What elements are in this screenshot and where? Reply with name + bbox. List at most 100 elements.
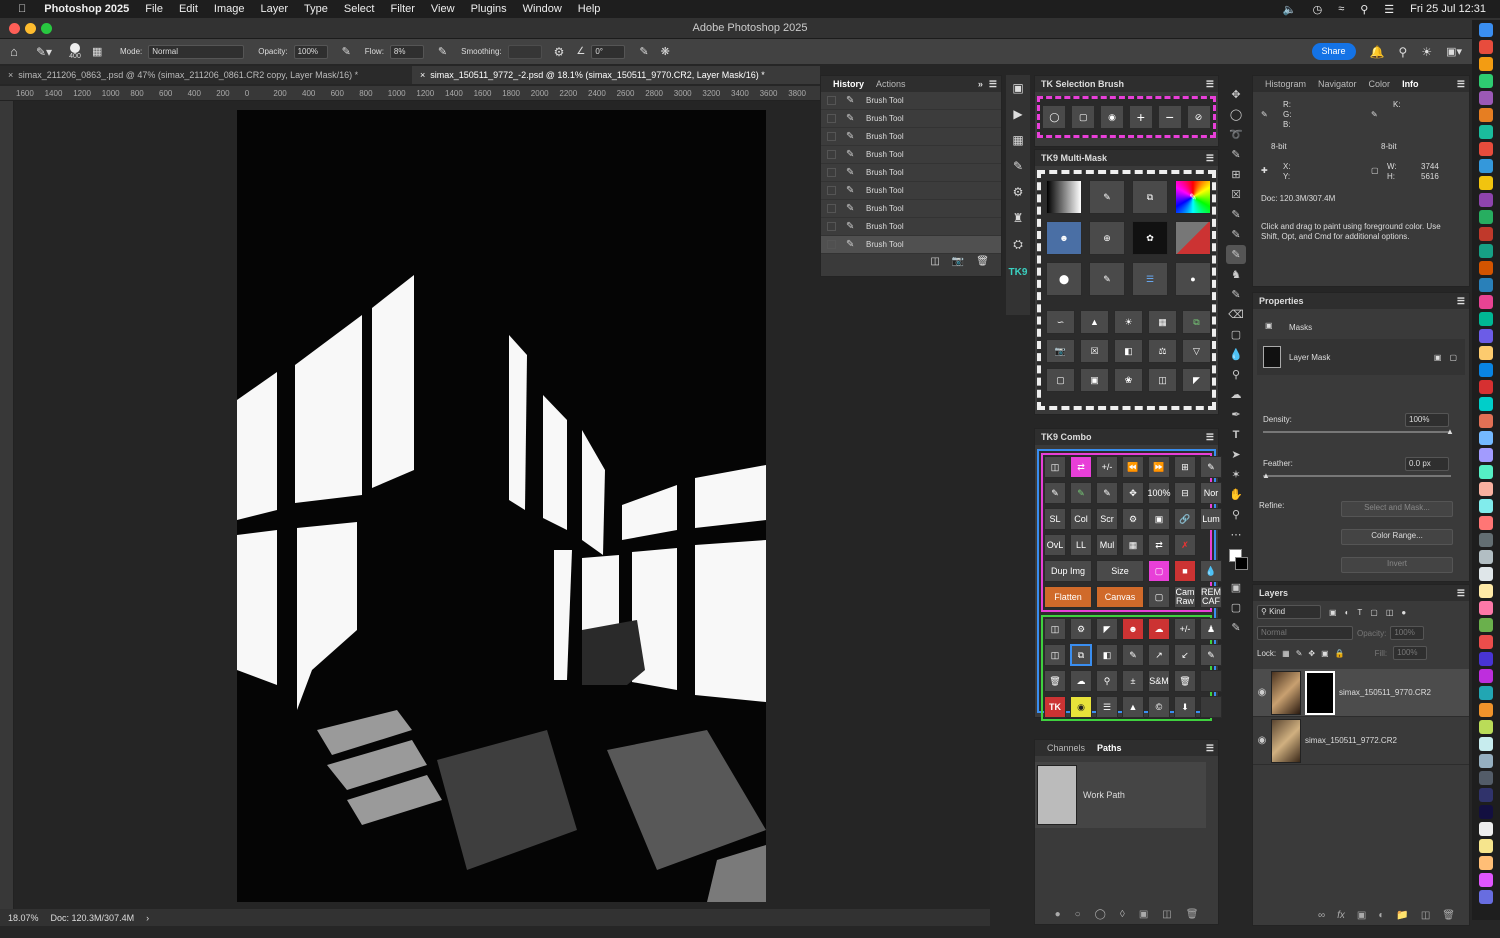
- dock-app-icon[interactable]: [1479, 669, 1493, 683]
- delete-layer-icon[interactable]: 🗑: [1442, 910, 1455, 921]
- warp-icon[interactable]: ◤: [1182, 368, 1211, 392]
- dock-app-icon[interactable]: [1479, 601, 1493, 615]
- dock-app-icon[interactable]: [1479, 720, 1493, 734]
- dock-app-icon[interactable]: [1479, 856, 1493, 870]
- combo-brush-black-icon[interactable]: ✎: [1200, 456, 1222, 478]
- combo-contract-icon[interactable]: ↙: [1174, 644, 1196, 666]
- combo-new-layer-icon[interactable]: ◫: [1044, 618, 1066, 640]
- dock-app-icon[interactable]: [1479, 414, 1493, 428]
- history-state[interactable]: ✎ Brush Tool: [821, 218, 1001, 236]
- add-layer-mask-icon[interactable]: ▣: [1357, 910, 1366, 921]
- filter-smart-icon[interactable]: ◫: [1386, 608, 1394, 617]
- swatches-icon[interactable]: ▦: [1006, 127, 1030, 153]
- panel-menu-icon[interactable]: ☰: [989, 79, 997, 90]
- dodge-tool-icon[interactable]: ⚲: [1226, 365, 1246, 384]
- dock-app-icon[interactable]: [1479, 584, 1493, 598]
- document-image[interactable]: [237, 110, 766, 902]
- new-layer-icon[interactable]: ◫: [1421, 910, 1430, 921]
- combo-zoom-fit-icon[interactable]: ⊞: [1174, 456, 1196, 478]
- layers-combo-icon[interactable]: ⧉: [1182, 310, 1211, 334]
- color-swatches-icon[interactable]: [1226, 545, 1248, 577]
- status-chevron-icon[interactable]: ›: [146, 913, 149, 923]
- target-mask-icon[interactable]: ⊕: [1089, 221, 1125, 255]
- combo-sm-button[interactable]: S&M: [1148, 670, 1170, 692]
- half-fill-icon[interactable]: ◧: [1114, 339, 1143, 363]
- share-button[interactable]: Share: [1311, 43, 1356, 60]
- combo-rewind-icon[interactable]: ⏪: [1122, 456, 1144, 478]
- combo-download-icon[interactable]: ⬇: [1174, 696, 1196, 718]
- stamp-tool-icon[interactable]: ♞: [1226, 265, 1246, 284]
- panel-collapse-icon[interactable]: »: [978, 79, 983, 89]
- combo-swap2-icon[interactable]: ⇄: [1148, 534, 1170, 556]
- pen-tool-icon[interactable]: ✒: [1226, 405, 1246, 424]
- dock-app-icon[interactable]: [1479, 567, 1493, 581]
- combo-link-icon[interactable]: 🔗: [1174, 508, 1196, 530]
- dock-app-icon[interactable]: [1479, 312, 1493, 326]
- dock-app-icon[interactable]: [1479, 635, 1493, 649]
- dock-app-icon[interactable]: [1479, 108, 1493, 122]
- discover-icon[interactable]: ☀: [1421, 45, 1432, 59]
- pressure-opacity-icon[interactable]: ✎: [342, 45, 351, 58]
- blur-tool-icon[interactable]: 💧: [1226, 345, 1246, 364]
- combo-layers-icon[interactable]: ☰: [1096, 696, 1118, 718]
- combo-minus-icon[interactable]: ⊟: [1174, 482, 1196, 504]
- app-menu[interactable]: Photoshop 2025: [36, 3, 137, 15]
- shape-tool-icon[interactable]: ✶: [1226, 465, 1246, 484]
- airbrush-icon[interactable]: ✎: [438, 45, 447, 58]
- snapshot-source-checkbox[interactable]: [827, 186, 836, 195]
- vector-mask-icon[interactable]: ▢: [1449, 353, 1457, 362]
- gradient-mask-icon[interactable]: [1046, 180, 1082, 214]
- lock-position-icon[interactable]: ✥: [1308, 649, 1315, 658]
- dock-app-icon[interactable]: [1479, 159, 1493, 173]
- combo-trash-icon[interactable]: 🗑: [1044, 670, 1066, 692]
- history-state[interactable]: ✎ Brush Tool: [821, 200, 1001, 218]
- visibility-eye-icon[interactable]: ◉: [1253, 687, 1271, 698]
- combo-swap-icon[interactable]: ⇄: [1070, 456, 1092, 478]
- combo-plusminus-label[interactable]: +/-: [1096, 456, 1118, 478]
- hand-tool-icon[interactable]: ✋: [1226, 485, 1246, 504]
- wifi-icon[interactable]: ≈: [1330, 3, 1352, 15]
- snapshot-source-checkbox[interactable]: [827, 96, 836, 105]
- dock-app-icon[interactable]: [1479, 703, 1493, 717]
- density-slider-thumb[interactable]: ▲: [1446, 427, 1454, 436]
- dock-app-icon[interactable]: [1479, 363, 1493, 377]
- dock-app-icon[interactable]: [1479, 329, 1493, 343]
- dock-app-icon[interactable]: [1479, 380, 1493, 394]
- menu-layer[interactable]: Layer: [253, 3, 297, 15]
- plugin-icon[interactable]: ⛭: [1006, 231, 1030, 257]
- combo-100-label[interactable]: 100%: [1147, 482, 1171, 504]
- panel-menu-icon[interactable]: ☰: [1206, 743, 1214, 754]
- panel-menu-icon[interactable]: ☰: [1206, 153, 1214, 164]
- dock-app-icon[interactable]: [1479, 839, 1493, 853]
- fill-field[interactable]: 100%: [1393, 646, 1428, 660]
- add-selection-icon[interactable]: +: [1128, 105, 1153, 129]
- dock-app-icon[interactable]: [1479, 822, 1493, 836]
- overlay-mask-icon[interactable]: ⧉: [1132, 180, 1168, 214]
- home-icon[interactable]: ⌂: [10, 44, 30, 59]
- snapshot-source-checkbox[interactable]: [827, 222, 836, 231]
- control-center-icon[interactable]: ☰: [1376, 3, 1402, 16]
- cancel-selection-icon[interactable]: ⊘: [1186, 105, 1211, 129]
- clone-source-icon[interactable]: ♜: [1006, 205, 1030, 231]
- combo-cloud-icon[interactable]: ☁: [1070, 670, 1092, 692]
- lock-pixels-icon[interactable]: ✎: [1296, 649, 1303, 658]
- color-range-button[interactable]: Color Range...: [1341, 529, 1453, 545]
- lasso-tool-icon[interactable]: ➰: [1226, 125, 1246, 144]
- channels-mask-icon[interactable]: ●: [1175, 262, 1211, 296]
- panel-menu-icon[interactable]: ☰: [1457, 296, 1465, 307]
- tab-channels[interactable]: Channels: [1041, 743, 1091, 753]
- layer-row[interactable]: ◉ simax_150511_9770.CR2: [1253, 669, 1469, 717]
- dock-app-icon[interactable]: [1479, 91, 1493, 105]
- dock-app-icon[interactable]: [1479, 805, 1493, 819]
- combo-plusminus-icon[interactable]: +/-: [1174, 618, 1196, 640]
- combo-delete-icon[interactable]: 🗑: [1174, 670, 1196, 692]
- combo-portrait-icon[interactable]: ☻: [1122, 618, 1144, 640]
- snapshot-icon[interactable]: 📷: [952, 256, 964, 267]
- menu-help[interactable]: Help: [570, 3, 609, 15]
- snapshot-source-checkbox[interactable]: [827, 204, 836, 213]
- type-tool-icon[interactable]: T: [1226, 425, 1246, 444]
- lock-transparent-icon[interactable]: ▦: [1282, 649, 1290, 658]
- zoom-window-button[interactable]: [41, 23, 52, 34]
- layer-row[interactable]: ◉ simax_150511_9772.CR2: [1253, 717, 1469, 765]
- combo-mask-icon[interactable]: ▣: [1148, 508, 1170, 530]
